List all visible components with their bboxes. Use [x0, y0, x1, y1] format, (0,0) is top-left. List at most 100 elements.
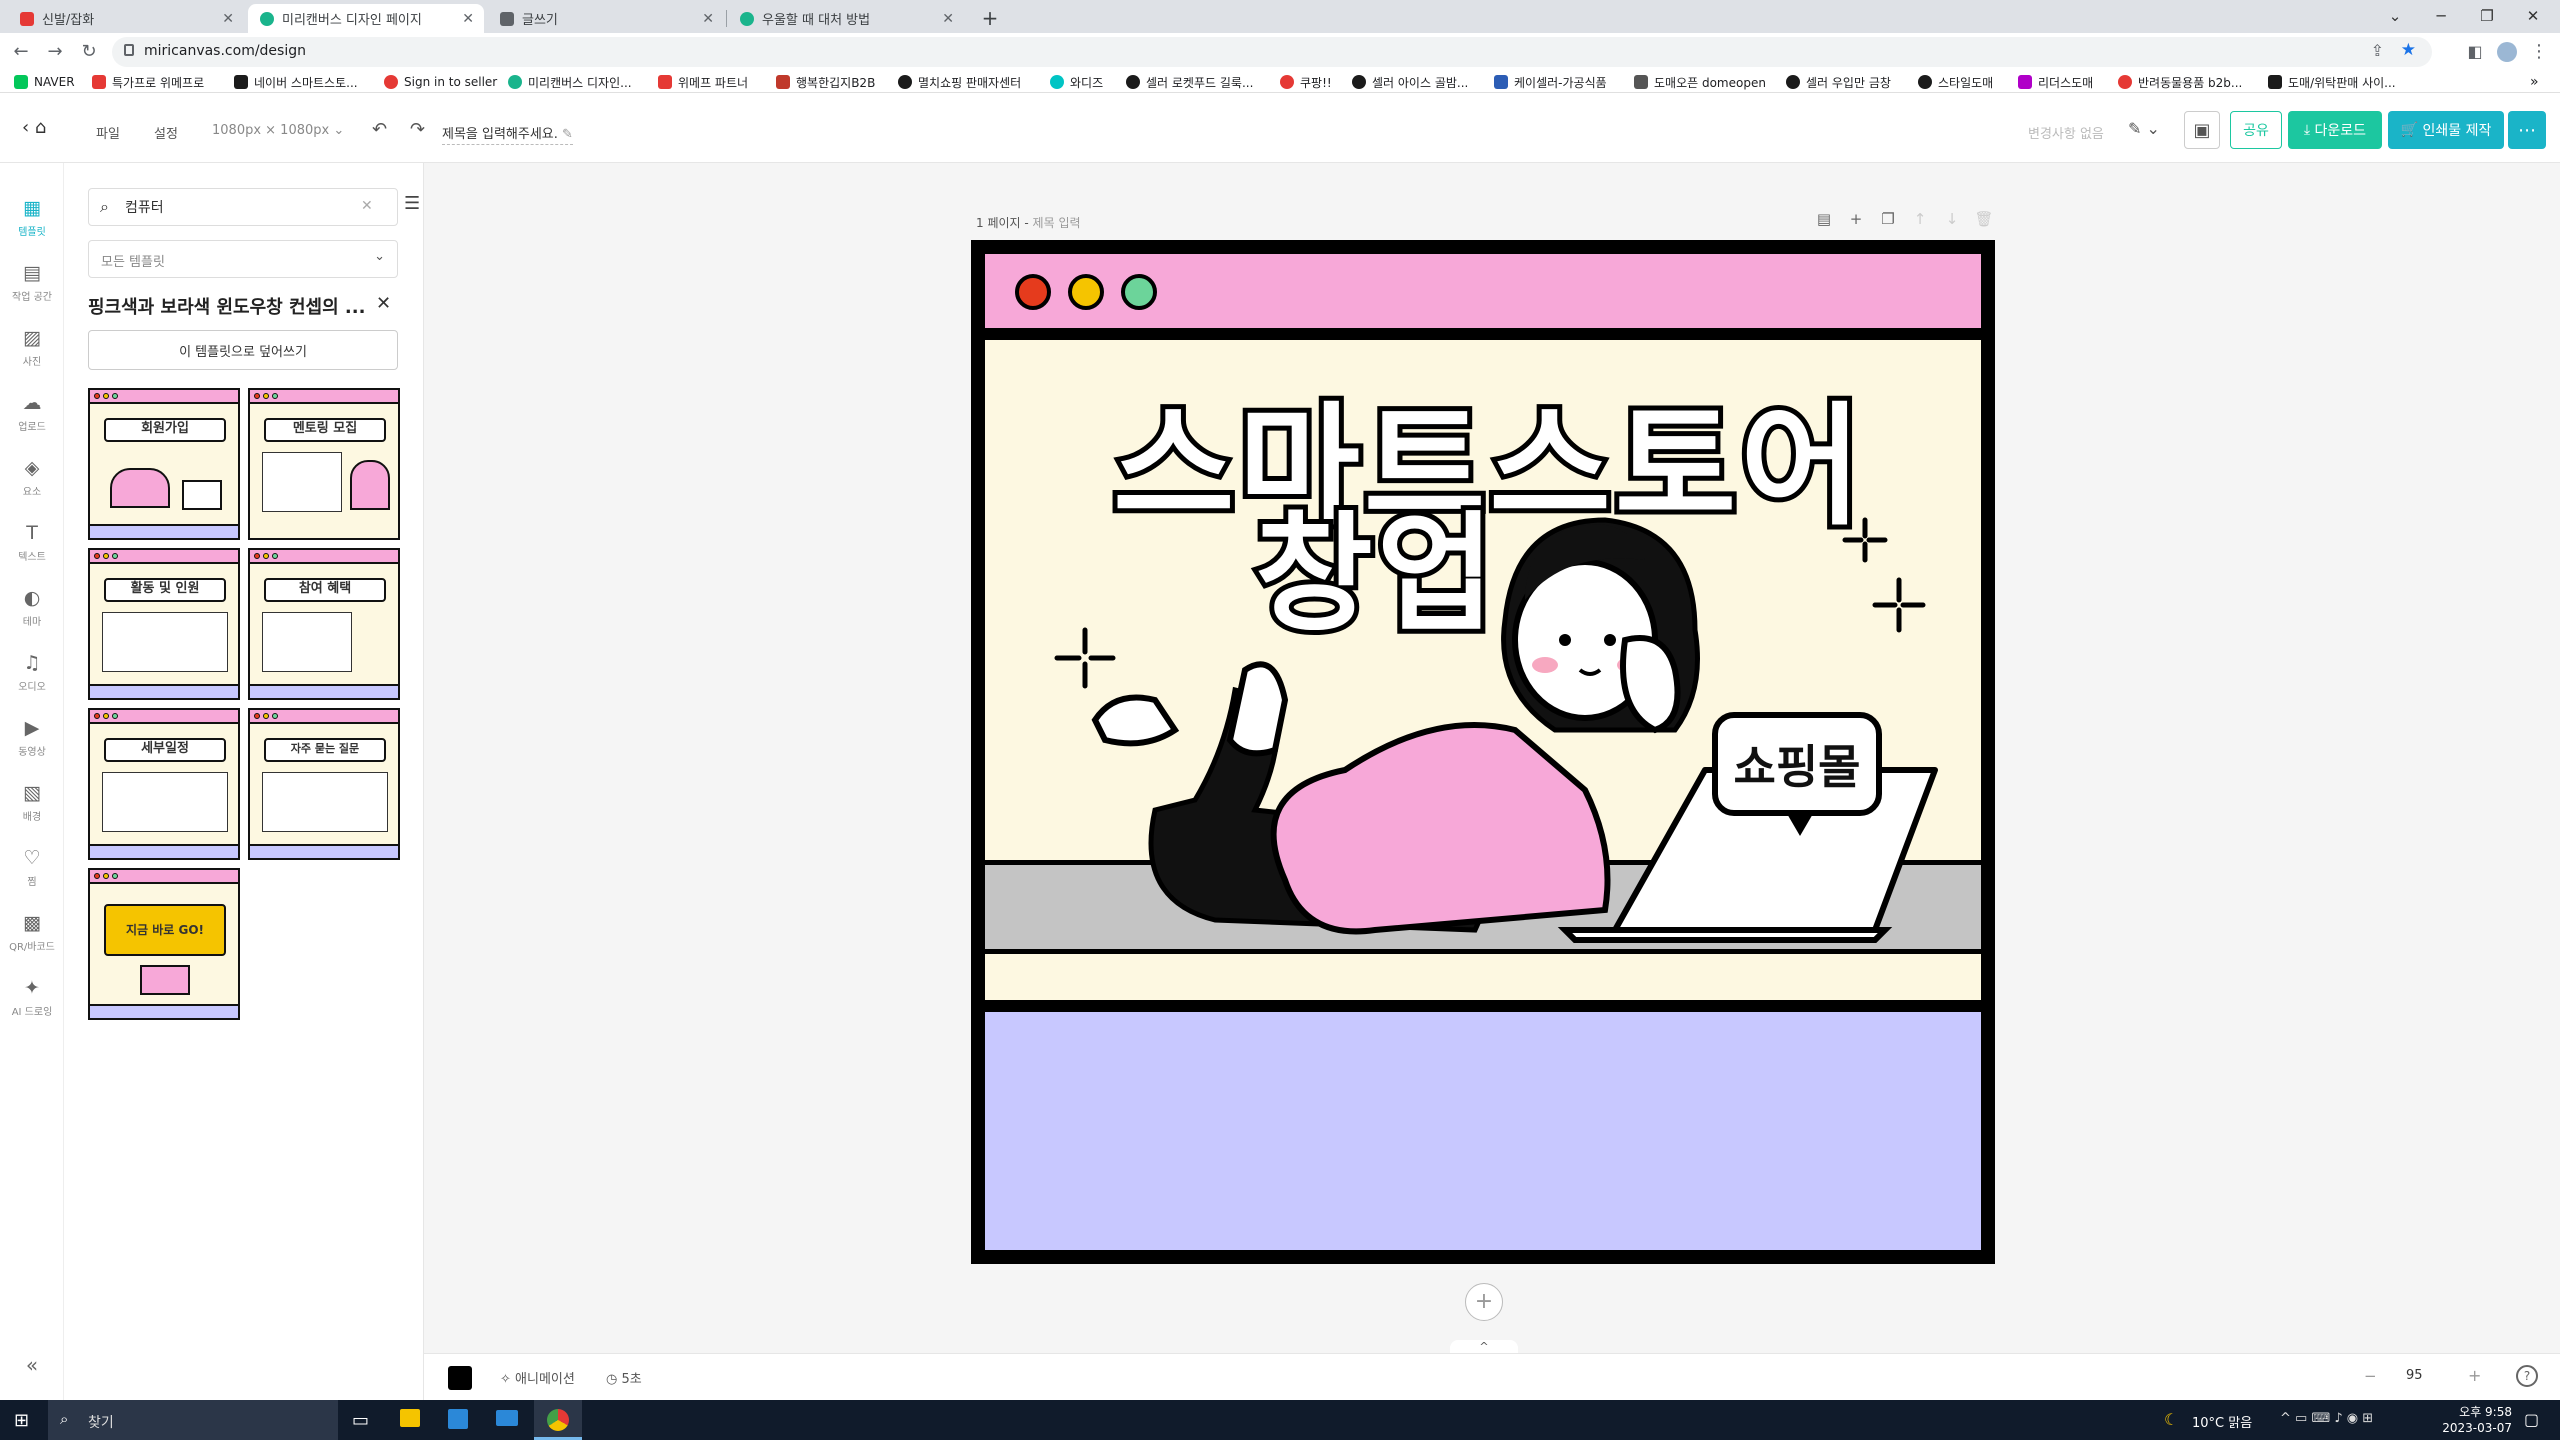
url-field[interactable]: miricanvas.com/design ⇪ ★	[112, 37, 2432, 67]
bookmark-item[interactable]: Sign in to seller	[384, 73, 497, 91]
home-icon[interactable]: ‹ ⌂	[22, 117, 46, 138]
chrome-taskbar-button[interactable]	[534, 1400, 582, 1440]
search-input[interactable]	[125, 197, 345, 217]
rail-item-favorites[interactable]: ♡ 찜	[0, 841, 64, 897]
windows-start-icon[interactable]: ⊞	[14, 1410, 29, 1431]
bookmarks-overflow-icon[interactable]: »	[2530, 73, 2539, 91]
rail-item-upload[interactable]: ☁ 업로드	[0, 386, 64, 442]
bookmark-item[interactable]: 셀러 우입만 금창	[1786, 73, 1891, 91]
speech-bubble[interactable]: 쇼핑몰	[1712, 712, 1882, 836]
color-swatch[interactable]	[448, 1366, 472, 1390]
minimize-button[interactable]: ─	[2418, 0, 2464, 33]
collapse-panel-icon[interactable]: «	[0, 1353, 64, 1383]
bookmark-item[interactable]: 특가프로 위메프로	[92, 73, 204, 91]
clear-search-icon[interactable]: ✕	[361, 198, 373, 214]
add-page-icon[interactable]: +	[1840, 210, 1872, 228]
template-thumbnail[interactable]: 멘토링 모집	[248, 388, 400, 540]
template-thumbnail[interactable]: 참여 혜택	[248, 548, 400, 700]
bookmark-item[interactable]: 반려동물용품 b2b...	[2118, 73, 2242, 91]
overwrite-with-template-button[interactable]: 이 템플릿으로 덮어쓰기	[88, 330, 398, 370]
move-down-icon[interactable]: ↓	[1936, 210, 1968, 228]
delete-page-icon[interactable]: 🗑	[1968, 210, 2000, 228]
bookmark-item[interactable]: 스타일도매	[1918, 73, 1993, 91]
mail-icon[interactable]	[496, 1410, 518, 1426]
rail-item-template[interactable]: ▦ 템플릿	[0, 191, 64, 247]
settings-menu[interactable]: 설정	[154, 123, 178, 142]
forward-icon[interactable]: →	[42, 39, 68, 65]
tab-close-icon[interactable]: ✕	[702, 11, 714, 27]
rail-item-audio[interactable]: ♫ 오디오	[0, 646, 64, 702]
page-title-input[interactable]: 제목 입력	[1033, 216, 1081, 230]
reload-icon[interactable]: ↻	[76, 39, 102, 65]
print-button[interactable]: 🛒 인쇄물 제작	[2388, 111, 2504, 149]
tab-close-icon[interactable]: ✕	[222, 11, 234, 27]
bookmark-item[interactable]: 케이셀러-가공식품	[1494, 73, 1607, 91]
page-duration-button[interactable]: ◷ 5초	[606, 1368, 642, 1387]
side-panel-icon[interactable]: ◧	[2462, 39, 2488, 65]
bookmark-item[interactable]: 리더스도매	[2018, 73, 2093, 91]
help-icon[interactable]: ?	[2516, 1365, 2538, 1387]
page-memo-icon[interactable]: ▤	[1808, 210, 1840, 228]
bookmark-item[interactable]: 도매/위탁판매 사이...	[2268, 73, 2396, 91]
tab-search-icon[interactable]: ⌄	[2372, 0, 2418, 33]
taskbar-search[interactable]: ⌕ 찾기	[48, 1400, 338, 1440]
rail-item-background[interactable]: ▧ 배경	[0, 776, 64, 832]
rail-item-text[interactable]: T 텍스트	[0, 516, 64, 572]
zoom-out-icon[interactable]: −	[2364, 1367, 2377, 1385]
design-title-input[interactable]: 제목을 입력해주세요. ✎	[442, 123, 573, 145]
undo-icon[interactable]: ↶	[372, 119, 387, 140]
template-thumbnail[interactable]: 회원가입	[88, 388, 240, 540]
edit-mode-icon[interactable]: ✎ ⌄	[2128, 119, 2160, 138]
expand-pages-icon[interactable]: ^	[1450, 1340, 1518, 1354]
zoom-in-icon[interactable]: +	[2468, 1366, 2481, 1385]
bookmark-item[interactable]: 멸치쇼핑 판매자센터	[898, 73, 1021, 91]
close-template-set-icon[interactable]: ✕	[376, 293, 391, 314]
bookmark-item[interactable]: NAVER	[14, 73, 75, 91]
share-button[interactable]: 공유	[2230, 111, 2282, 149]
template-search[interactable]: ⌕ ✕	[88, 188, 398, 226]
notification-icon[interactable]: ▢	[2524, 1410, 2539, 1429]
bookmark-item[interactable]: 셀러 아이스 골밤...	[1352, 73, 1468, 91]
duplicate-page-icon[interactable]: ❐	[1872, 210, 1904, 228]
task-view-icon[interactable]: ▭	[352, 1410, 369, 1431]
redo-icon[interactable]: ↷	[410, 119, 425, 140]
close-window-button[interactable]: ✕	[2510, 0, 2556, 33]
share-page-icon[interactable]: ⇪	[2371, 41, 2384, 60]
rail-item-workspace[interactable]: ▤ 작업 공간	[0, 256, 64, 312]
browser-tab[interactable]: 신발/잡화 ✕	[8, 4, 244, 33]
tab-close-icon[interactable]: ✕	[462, 11, 474, 27]
file-explorer-icon[interactable]	[400, 1409, 420, 1427]
store-icon[interactable]	[448, 1409, 468, 1429]
tab-close-icon[interactable]: ✕	[942, 11, 954, 27]
weather-text[interactable]: 10°C 맑음	[2192, 1412, 2252, 1431]
browser-tab-active[interactable]: 미리캔버스 디자인 페이지 ✕	[248, 4, 484, 33]
bookmark-item[interactable]: 네이버 스마트스토...	[234, 73, 358, 91]
rail-item-photo[interactable]: ▨ 사진	[0, 321, 64, 377]
rail-item-elements[interactable]: ◈ 요소	[0, 451, 64, 507]
headline-startup[interactable]: 창업	[1250, 470, 1500, 655]
restore-button[interactable]: ❐	[2464, 0, 2510, 33]
template-thumbnail[interactable]: 자주 묻는 질문	[248, 708, 400, 860]
bookmark-item[interactable]: 미리캔버스 디자인...	[508, 73, 632, 91]
bookmark-item[interactable]: 셀러 로켓푸드 길룩...	[1126, 73, 1253, 91]
animation-button[interactable]: ✧ 애니메이션	[500, 1368, 575, 1387]
more-menu-button[interactable]: ⋯	[2508, 111, 2546, 149]
rail-item-ai-drawing[interactable]: ✦ AI 드로잉	[0, 971, 64, 1027]
template-thumbnail[interactable]: 활동 및 인원	[88, 548, 240, 700]
profile-avatar[interactable]	[2494, 39, 2520, 65]
bookmark-item[interactable]: 행복한깁지B2B	[776, 73, 875, 91]
browser-tab[interactable]: 글쓰기 ✕	[488, 4, 724, 33]
rail-item-theme[interactable]: ◐ 테마	[0, 581, 64, 637]
clock-date[interactable]: 2023-03-07	[2430, 1421, 2512, 1435]
template-thumbnail[interactable]: 세부일정	[88, 708, 240, 860]
bookmark-item[interactable]: 위메프 파트너	[658, 73, 748, 91]
chrome-menu-icon[interactable]: ⋮	[2526, 39, 2552, 65]
canvas-size-select[interactable]: 1080px × 1080px ⌄	[212, 123, 344, 138]
clock-time[interactable]: 오후 9:58	[2436, 1403, 2512, 1420]
zoom-value[interactable]: 95	[2406, 1368, 2423, 1383]
bookmark-item[interactable]: 쿠팡!!	[1280, 73, 1332, 91]
filter-settings-icon[interactable]: ☰	[404, 193, 420, 214]
template-category-select[interactable]: 모든 템플릿 ⌄	[88, 240, 398, 278]
template-thumbnail[interactable]: 지금 바로 GO!	[88, 868, 240, 1020]
bookmark-item[interactable]: 와디즈	[1050, 73, 1103, 91]
